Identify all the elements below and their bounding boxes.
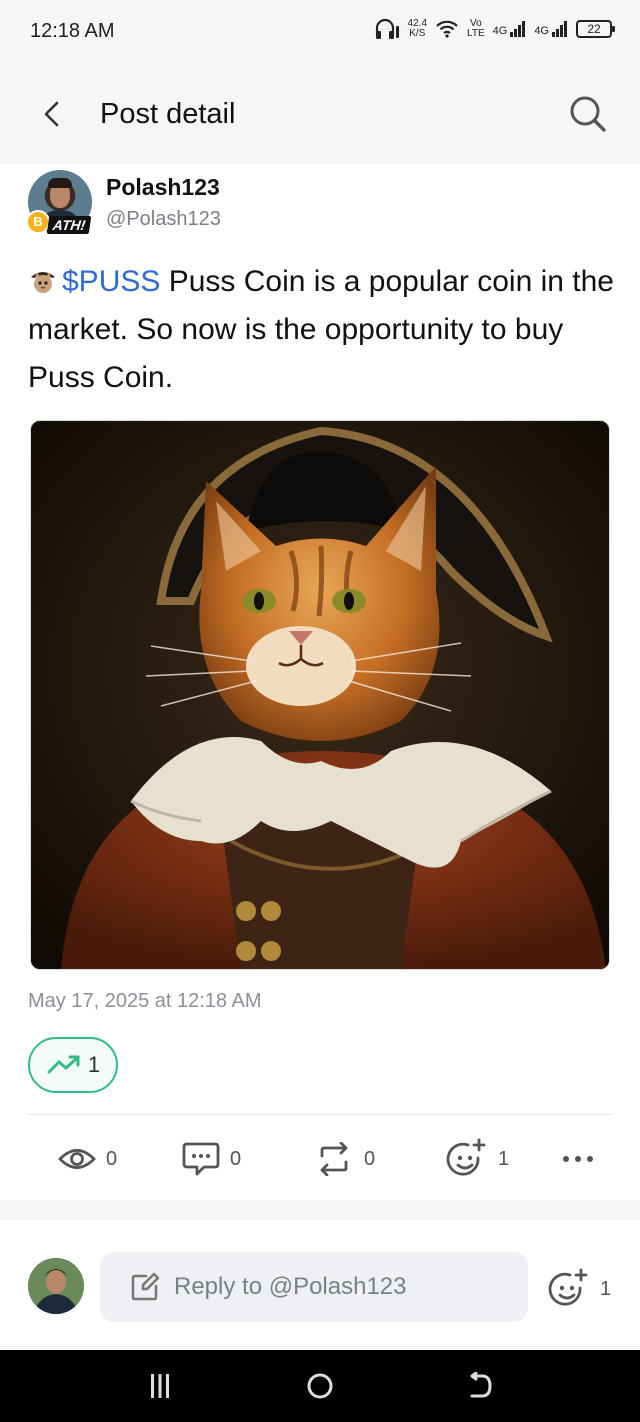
post-body: $PUSS Puss Coin is a popular coin in the… — [28, 258, 618, 402]
add-reaction-icon — [446, 1138, 486, 1176]
repost-icon — [320, 1142, 348, 1176]
edit-icon — [131, 1272, 160, 1301]
post-timestamp: May 17, 2025 at 12:18 AM — [28, 990, 262, 1012]
react-button[interactable]: 1 — [446, 1134, 509, 1184]
headphones-icon — [375, 18, 399, 39]
eye-icon — [58, 1149, 96, 1169]
cat-pirate-emoji-icon — [31, 272, 55, 293]
ticker-link[interactable]: $PUSS — [62, 265, 160, 298]
sim1-label: 4G — [492, 25, 508, 37]
back-button[interactable] — [32, 94, 72, 134]
wifi-icon — [436, 20, 458, 38]
signal-bars-icon — [510, 21, 526, 37]
author-handle: @Polash123 — [106, 208, 221, 230]
search-icon — [570, 96, 606, 132]
sim1-signal: 4G — [493, 21, 527, 37]
reply-reaction-count: 1 — [600, 1277, 612, 1300]
sim2-signal: 4G — [534, 21, 568, 37]
comment-icon — [182, 1142, 220, 1176]
post-image[interactable] — [30, 420, 610, 970]
views-count: 0 — [106, 1147, 118, 1170]
home-circle-icon — [307, 1373, 333, 1399]
net-speed: 42.4 K/S — [408, 19, 427, 39]
views-button[interactable]: 0 — [58, 1134, 117, 1184]
divider — [28, 1114, 612, 1115]
back-nav-button[interactable] — [458, 1366, 502, 1406]
avatar[interactable] — [28, 1258, 84, 1314]
battery-indicator: 22 — [576, 20, 615, 38]
signal-bars-icon — [552, 21, 567, 37]
reply-placeholder: Reply to @Polash123 — [174, 1273, 407, 1300]
recents-button[interactable] — [138, 1366, 182, 1406]
back-arrow-icon — [470, 1372, 492, 1398]
trend-count: 1 — [87, 1052, 101, 1077]
volte-indicator: Vo LTE — [467, 19, 485, 39]
reply-bar: Reply to @Polash123 1 — [0, 1220, 640, 1350]
author-name[interactable]: Polash123 — [106, 174, 220, 201]
more-button[interactable] — [562, 1134, 594, 1184]
repost-button[interactable]: 0 — [314, 1134, 375, 1184]
post-author[interactable]: B ATH! Polash123 @Polash123 — [26, 170, 618, 240]
reply-react-button[interactable]: 1 — [548, 1268, 611, 1310]
system-nav-bar — [0, 1350, 640, 1422]
reactions-count: 1 — [498, 1147, 510, 1170]
sim2-label: 4G — [534, 25, 549, 37]
volte-bottom: LTE — [467, 28, 485, 39]
author-avatar[interactable]: B ATH! — [26, 170, 94, 236]
post-actions: 0 0 0 1 — [0, 1134, 640, 1184]
home-button[interactable] — [298, 1366, 342, 1406]
user-avatar-image — [28, 1258, 84, 1314]
menu-lines-icon — [151, 1374, 169, 1398]
search-button[interactable] — [566, 92, 610, 136]
reposts-count: 0 — [364, 1147, 376, 1170]
ath-badge: ATH! — [46, 216, 92, 234]
trending-up-icon — [47, 1055, 80, 1074]
net-speed-unit: K/S — [409, 28, 426, 39]
more-horizontal-icon — [563, 1156, 593, 1162]
cat-portrait-illustration — [31, 421, 609, 969]
status-bar: 12:18 AM 42.4 K/S Vo LTE 4G 4G 22 — [0, 0, 640, 64]
chevron-left-icon — [44, 101, 59, 127]
comment-button[interactable]: 0 — [182, 1134, 241, 1184]
section-gap — [0, 1200, 640, 1220]
top-app-bar: Post detail — [0, 64, 640, 164]
status-time: 12:18 AM — [30, 20, 115, 42]
page-title: Post detail — [100, 98, 236, 130]
reply-input[interactable]: Reply to @Polash123 — [100, 1252, 528, 1322]
status-icons: 42.4 K/S Vo LTE 4G 4G 22 — [374, 18, 615, 40]
comments-count: 0 — [230, 1147, 242, 1170]
trend-button[interactable]: 1 — [28, 1037, 118, 1093]
add-reaction-icon — [548, 1268, 588, 1306]
